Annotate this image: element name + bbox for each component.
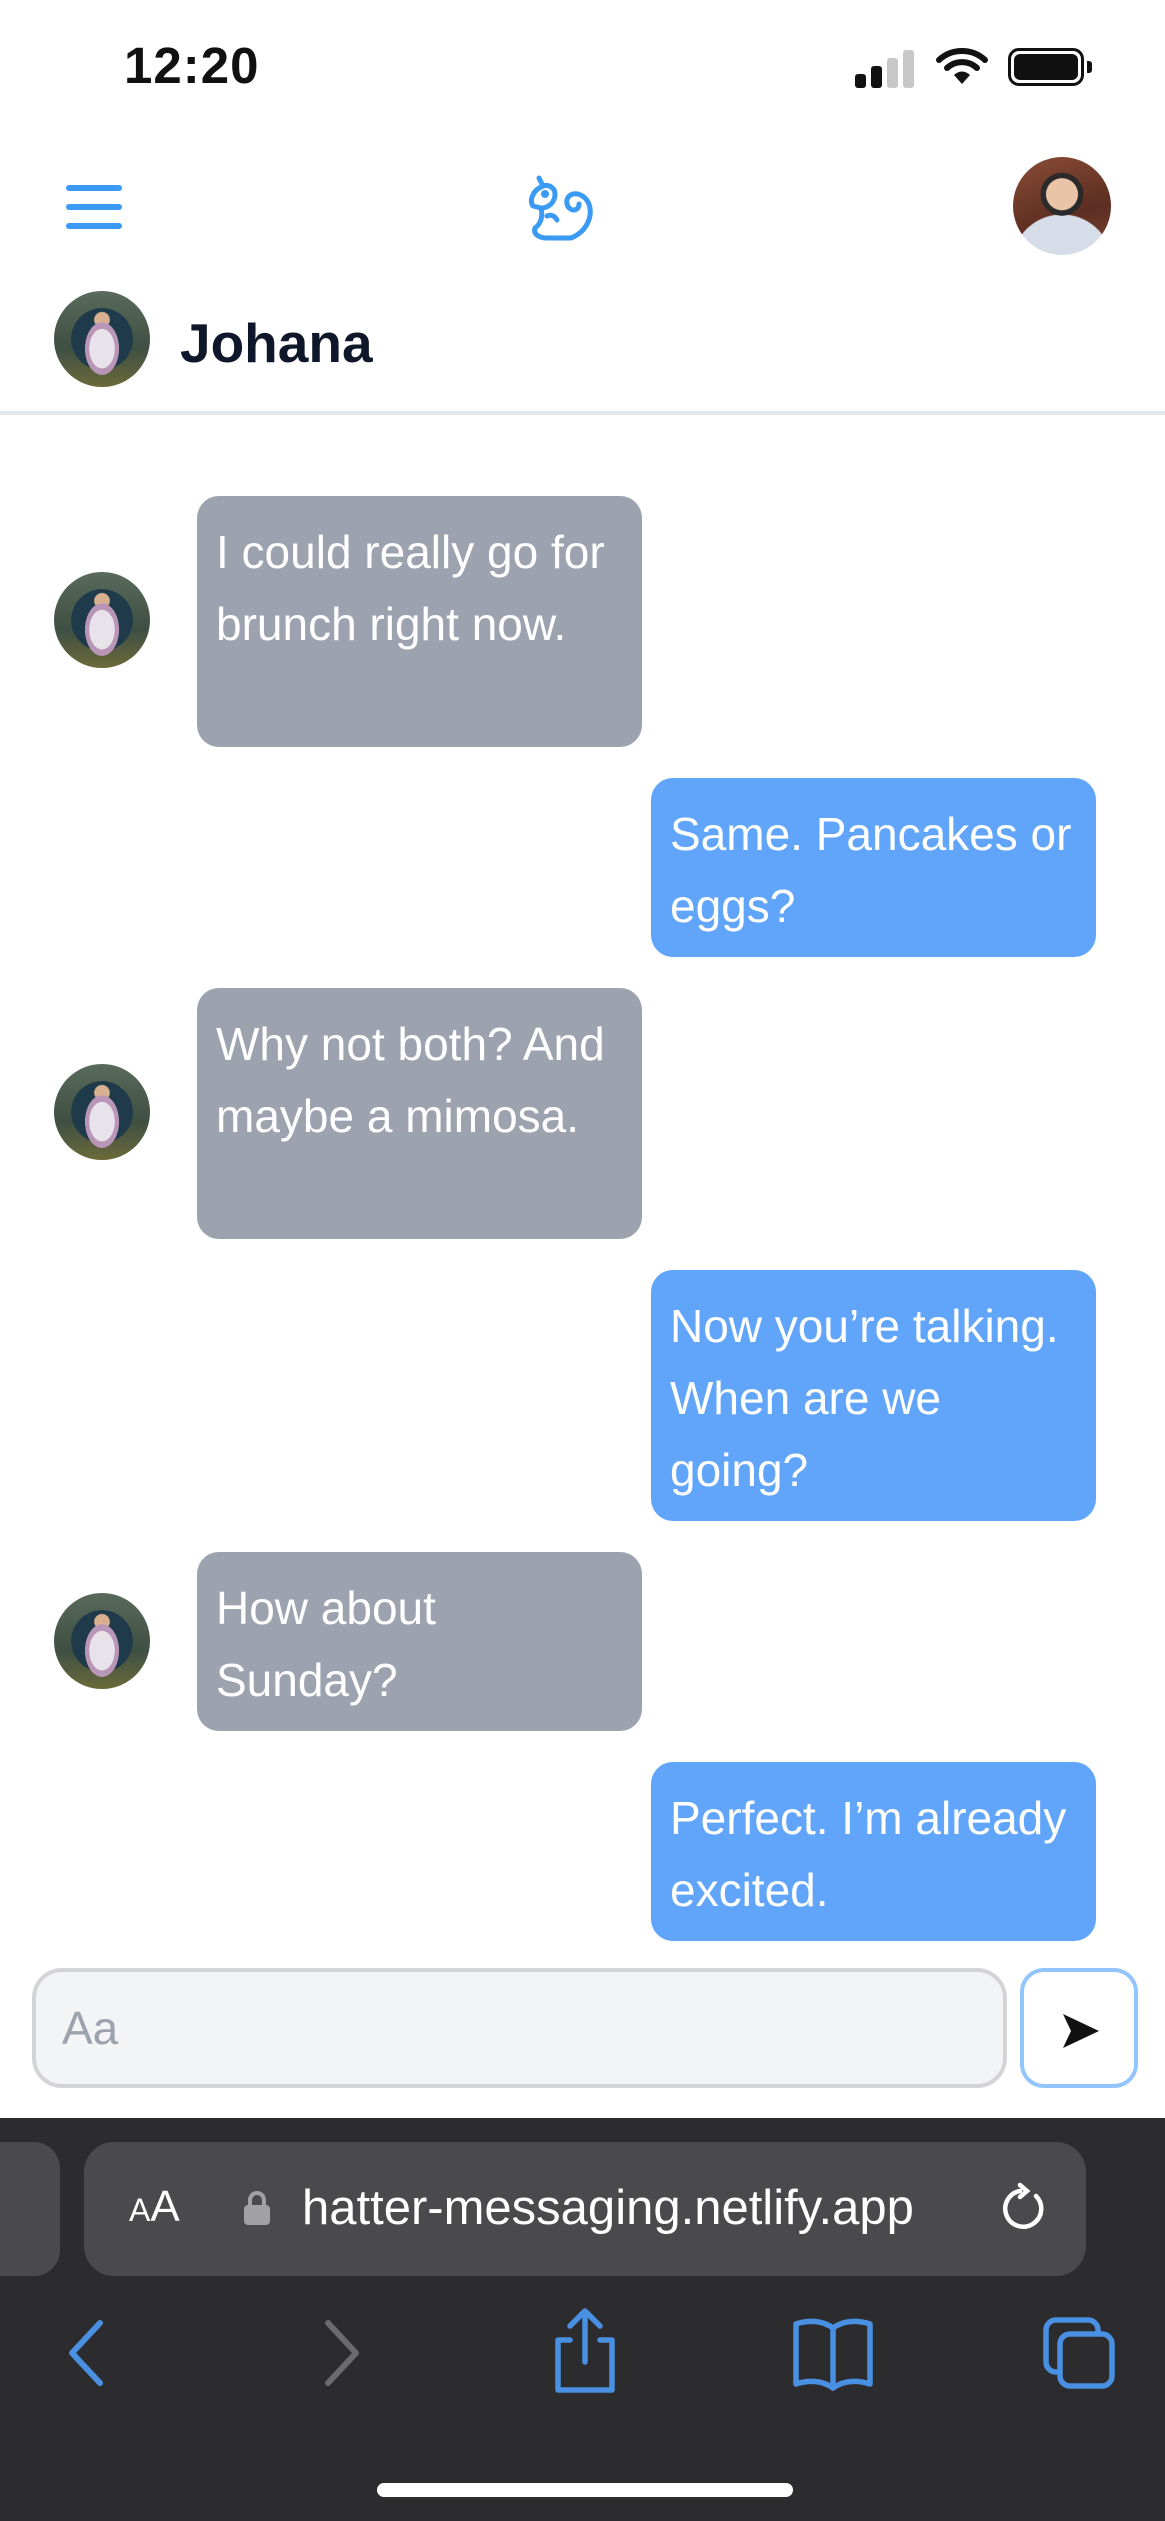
incoming-message: How about Sunday? <box>197 1552 642 1731</box>
squirrel-logo-icon[interactable] <box>519 168 599 248</box>
message-avatar <box>54 1593 150 1689</box>
address-bar[interactable]: AA hatter-messaging.netlify.app <box>84 2142 1086 2276</box>
incoming-message: Why not both? And maybe a mimosa. <box>197 988 642 1239</box>
bookmarks-icon[interactable] <box>778 2298 888 2408</box>
user-avatar[interactable] <box>1013 157 1111 255</box>
status-bar: 12:20 <box>0 0 1165 130</box>
back-icon[interactable] <box>50 2298 160 2408</box>
forward-icon[interactable] <box>300 2298 410 2408</box>
outgoing-message: Perfect. I’m already excited. <box>651 1762 1096 1941</box>
home-indicator <box>377 2483 793 2497</box>
status-time: 12:20 <box>124 37 260 94</box>
outgoing-message: Now you’re talking. When are we going? <box>651 1270 1096 1521</box>
reader-settings-button[interactable]: AA <box>129 2182 180 2232</box>
wifi-icon <box>936 46 988 86</box>
outgoing-message: Same. Pancakes or eggs? <box>651 778 1096 957</box>
conversation-header: Johana <box>0 285 1165 415</box>
cellular-signal-icon <box>855 48 915 88</box>
reload-icon[interactable] <box>996 2182 1050 2236</box>
browser-toolbar <box>0 2298 1165 2418</box>
page: 12:20 Johana I could really go for brunc… <box>0 0 1165 2521</box>
tabs-icon[interactable] <box>1024 2298 1134 2408</box>
battery-icon <box>1008 48 1092 86</box>
app-header <box>0 140 1165 270</box>
aa-large-label: A <box>150 2182 180 2231</box>
share-icon[interactable] <box>530 2298 640 2408</box>
send-button[interactable] <box>1020 1968 1138 2088</box>
previous-tab-preview[interactable] <box>0 2142 60 2276</box>
url-text[interactable]: hatter-messaging.netlify.app <box>302 2180 1022 2236</box>
incoming-message: I could really go for brunch right now. <box>197 496 642 747</box>
message-avatar <box>54 1064 150 1160</box>
browser-chrome: AA hatter-messaging.netlify.app <box>0 2118 1165 2521</box>
message-composer <box>0 1958 1165 2118</box>
message-input[interactable] <box>32 1968 1007 2088</box>
lock-icon <box>244 2191 270 2225</box>
send-arrow-icon <box>1063 2014 1099 2048</box>
message-avatar <box>54 572 150 668</box>
contact-avatar[interactable] <box>54 291 150 387</box>
hamburger-menu-icon[interactable] <box>66 185 122 229</box>
contact-name: Johana <box>180 312 373 374</box>
aa-small-label: A <box>129 2192 151 2228</box>
